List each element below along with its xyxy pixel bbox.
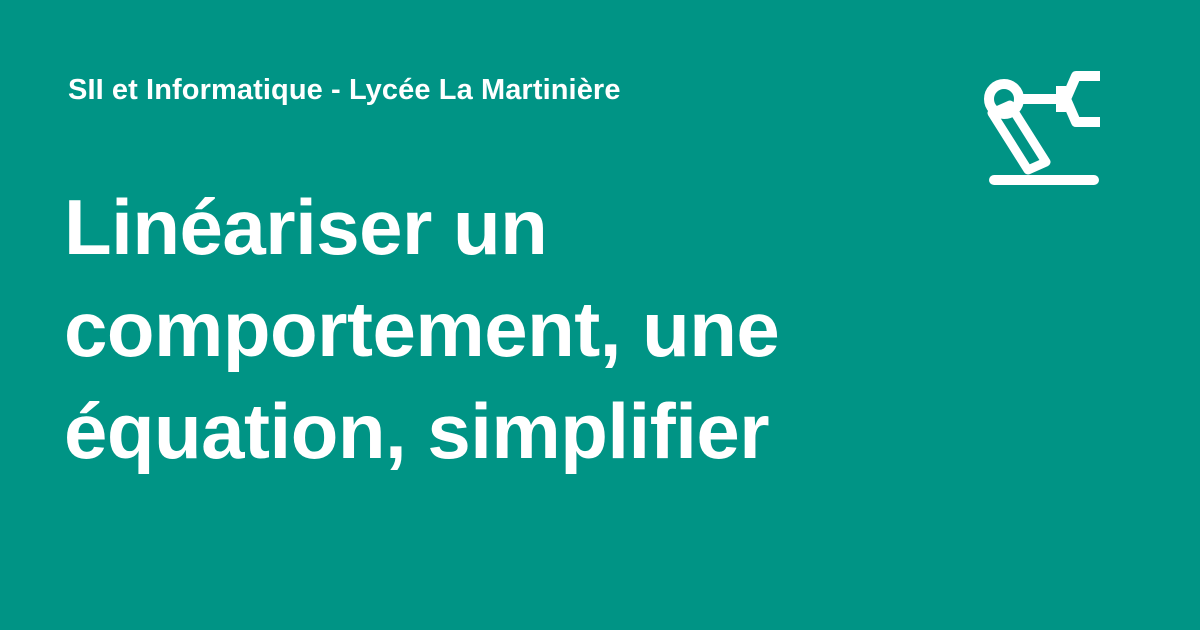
social-card: SII et Informatique - Lycée La Martinièr…	[0, 0, 1200, 630]
robot-arm-icon	[984, 71, 1100, 185]
site-name: SII et Informatique - Lycée La Martinièr…	[68, 74, 621, 106]
page-title: Linéariser un comportement, une équation…	[64, 183, 780, 475]
